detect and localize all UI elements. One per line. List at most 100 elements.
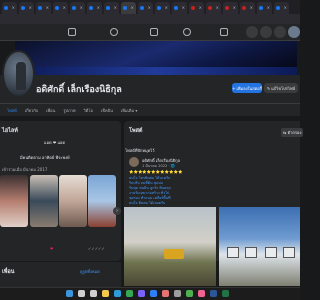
music-icon[interactable] (198, 290, 205, 297)
facebook-icon (21, 6, 25, 10)
highlight-story-4[interactable] (88, 175, 116, 227)
mail-icon (191, 6, 195, 10)
windows-icon[interactable] (66, 290, 73, 297)
menu-icon[interactable] (246, 26, 258, 38)
tab-about[interactable]: เกี่ยวกับ (25, 107, 38, 116)
close-icon[interactable]: × (182, 6, 185, 10)
close-icon[interactable]: × (284, 6, 287, 10)
chevron-right-icon[interactable]: › (113, 207, 121, 215)
notifications-icon[interactable] (274, 26, 286, 38)
pinned-post-label: โพสต์ที่ปักหมุดไว้ (125, 148, 155, 153)
settings-icon[interactable] (174, 290, 181, 297)
add-to-story-button[interactable]: + เพิ่มลงในสตอรี่ (232, 83, 262, 93)
browser-tab-strip: × × × × × × × × × × × × × × × × × (0, 0, 300, 14)
facebook-icon (157, 6, 161, 10)
browser-tab[interactable]: × (189, 2, 204, 14)
tab-friends[interactable]: เพื่อน (46, 107, 55, 116)
friends-heading: เพื่อน (2, 269, 15, 275)
close-icon[interactable]: × (80, 6, 83, 10)
home-icon[interactable] (68, 28, 76, 36)
facebook-top-nav (0, 24, 300, 41)
highlight-story-3[interactable] (59, 175, 87, 227)
close-icon[interactable]: × (199, 6, 202, 10)
post-author-avatar[interactable] (129, 157, 139, 167)
close-icon[interactable]: × (29, 6, 32, 10)
browser-address-bar[interactable] (0, 14, 300, 24)
facebook-icon (55, 6, 59, 10)
post-line-1: ⭐⭐⭐⭐⭐⭐⭐⭐⭐⭐⭐⭐ (129, 170, 183, 174)
close-icon[interactable]: × (216, 6, 219, 10)
browser-tab[interactable]: × (240, 2, 255, 14)
post-line-7: สนใจ ติดต่อ ได้เลยครับ (129, 201, 166, 205)
close-icon[interactable]: × (250, 6, 253, 10)
search-icon[interactable] (78, 290, 85, 297)
pencil-icon: ✎ (266, 85, 271, 91)
camera-icon[interactable] (186, 290, 193, 297)
gaming-icon[interactable] (220, 28, 228, 36)
post-photo-excavator[interactable] (124, 207, 216, 286)
close-icon[interactable]: × (114, 6, 117, 10)
intro-likes-line: แอด ❤ แอด (44, 140, 66, 145)
profile-tabs: โพสต์ เกี่ยวกับ เพื่อน รูปภาพ วิดีโอ เช็… (0, 103, 300, 116)
friends-icon[interactable] (110, 28, 118, 36)
tab-videos[interactable]: วิดีโอ (84, 107, 93, 116)
close-icon[interactable]: × (46, 6, 49, 10)
close-icon[interactable]: × (267, 6, 270, 10)
watch-icon[interactable] (150, 28, 158, 36)
profile-avatar[interactable] (2, 50, 35, 98)
browser-tab[interactable]: × (104, 2, 119, 14)
browser-tab[interactable]: × (121, 2, 136, 14)
see-all-photos-link[interactable]: ดูรูปทั้งหมด (80, 268, 100, 275)
facebook-icon (38, 6, 42, 10)
close-icon[interactable]: × (131, 6, 134, 10)
tab-checkins[interactable]: เช็คอิน (101, 107, 113, 116)
store-icon[interactable] (138, 290, 145, 297)
taskview-icon[interactable] (90, 290, 97, 297)
browser-tab[interactable]: × (257, 2, 272, 14)
close-icon[interactable]: × (165, 6, 168, 10)
files-icon[interactable] (102, 290, 109, 297)
excel-icon[interactable] (222, 290, 229, 297)
tab-posts[interactable]: โพสต์ (7, 107, 17, 116)
cover-photo[interactable] (15, 41, 297, 75)
browser-tab[interactable]: × (206, 2, 221, 14)
mail-icon[interactable] (150, 290, 157, 297)
highlight-story-1[interactable] (0, 175, 28, 227)
close-icon[interactable]: × (148, 6, 151, 10)
browser-tab[interactable]: × (223, 2, 238, 14)
browser-tab[interactable]: × (53, 2, 68, 14)
groups-icon[interactable] (183, 28, 191, 36)
close-icon[interactable]: × (63, 6, 66, 10)
close-icon[interactable]: × (97, 6, 100, 10)
close-icon[interactable]: × (233, 6, 236, 10)
browser-tab[interactable]: × (36, 2, 51, 14)
browser-tab[interactable]: × (2, 2, 17, 14)
profile-name: อดิศักดิ์ เล็กเรืองนิธิกุล (36, 85, 122, 95)
edge-icon[interactable] (114, 290, 121, 297)
chrome-icon[interactable] (126, 290, 133, 297)
browser-tab[interactable]: × (274, 2, 289, 14)
highlight-story-2[interactable] (30, 175, 58, 227)
browser-tab[interactable]: × (155, 2, 170, 14)
intro-joined-line: เข้าร่วมเมื่อ มีนาคม 2017 (2, 167, 48, 172)
post-photo-trucks[interactable] (219, 207, 300, 286)
browser-tab[interactable]: × (19, 2, 34, 14)
intro-heading: ไฮไลท์ (2, 128, 18, 134)
browser-tab[interactable]: × (87, 2, 102, 14)
facebook-icon (174, 6, 178, 10)
tab-more[interactable]: เพิ่มเติม ▾ (121, 107, 138, 116)
browser-tab[interactable]: × (138, 2, 153, 14)
edit-profile-button[interactable]: ✎ แก้ไขโปรไฟล์ (264, 83, 298, 93)
mail-icon (225, 6, 229, 10)
browser-tab[interactable]: × (70, 2, 85, 14)
filter-button[interactable]: ⇆ ตัวกรอง (281, 128, 304, 137)
account-avatar[interactable] (288, 26, 300, 38)
photos-icon[interactable] (162, 290, 169, 297)
browser-tab[interactable]: × (172, 2, 187, 14)
close-icon[interactable]: × (12, 6, 15, 10)
post-date[interactable]: 1 มีนาคม 2022 · 🌐 (142, 163, 175, 169)
intro-follow-line: มีคนติดตาม อาทิตย์ พีระพงษ์ (20, 155, 70, 160)
messenger-icon[interactable] (260, 26, 272, 38)
word-icon[interactable] (210, 290, 217, 297)
tab-photos[interactable]: รูปภาพ (63, 107, 75, 116)
